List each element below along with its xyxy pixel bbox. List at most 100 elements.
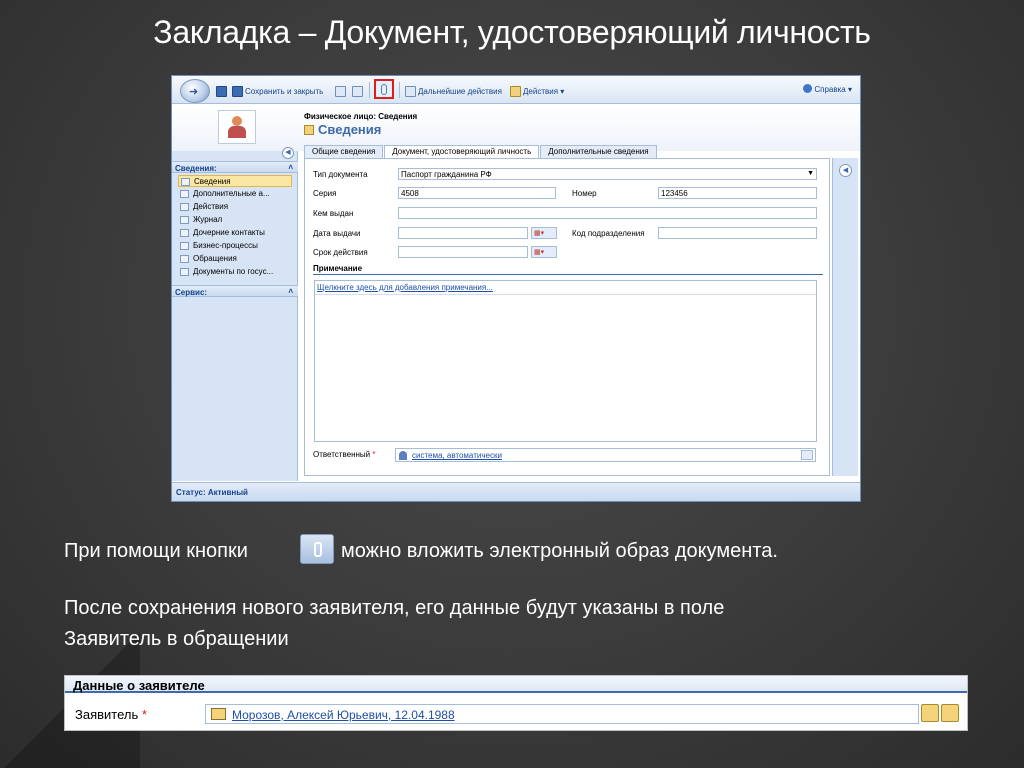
collapse-nav-icon[interactable]: ◀	[282, 147, 294, 159]
paperclip-icon	[381, 84, 387, 95]
calendar-icon[interactable]: ▦▾	[531, 246, 557, 258]
applicant-lookup[interactable]: Морозов, Алексей Юрьевич, 12.04.1988	[205, 704, 919, 724]
further-actions-button[interactable]: Дальнейшие действия	[405, 84, 502, 98]
lookup-icon[interactable]	[801, 450, 813, 460]
issued-by-label: Кем выдан	[313, 209, 354, 218]
tab-additional[interactable]: Дополнительные сведения	[540, 145, 657, 158]
document-icon	[405, 85, 416, 97]
paperclip-icon	[314, 542, 322, 557]
series-field[interactable]: 4508	[398, 187, 556, 199]
dropdown-arrow-icon: ▼	[807, 170, 814, 177]
documents-icon	[180, 268, 189, 276]
lookup-icon[interactable]	[941, 704, 959, 722]
contact-card-icon	[218, 110, 256, 144]
crm-orb-button[interactable]: ➜	[180, 79, 210, 103]
avatar-body	[228, 126, 246, 138]
save-close-button[interactable]: Сохранить и закрыть	[232, 84, 323, 98]
dept-code-field[interactable]	[658, 227, 817, 239]
text-after-button: можно вложить электронный образ документ…	[341, 540, 778, 562]
series-label: Серия	[313, 189, 337, 198]
validity-field[interactable]	[398, 246, 528, 258]
nav-item-cases[interactable]: Обращения	[178, 253, 292, 265]
doc-type-select[interactable]: Паспорт гражданина РФ ▼	[398, 168, 817, 180]
save-close-icon	[232, 85, 243, 97]
toolbar-separator	[369, 82, 370, 98]
addresses-icon	[180, 190, 189, 198]
issue-date-label: Дата выдачи	[313, 229, 361, 238]
actions-menu[interactable]: Действия ▾	[510, 84, 564, 98]
applicant-link[interactable]: Морозов, Алексей Юрьевич, 12.04.1988	[232, 708, 455, 722]
applicant-heading: Данные о заявителе	[65, 676, 967, 693]
help-icon	[803, 84, 813, 93]
record-entity-label: Физическое лицо: Сведения	[304, 112, 418, 121]
issued-by-field[interactable]	[398, 207, 817, 219]
nav-section-service[interactable]: Сервис: ˄	[172, 285, 298, 297]
avatar-head	[232, 116, 242, 126]
open-folder-icon[interactable]	[921, 704, 939, 722]
crm-window: ➜ Сохранить и закрыть Дальнейшие действи…	[171, 75, 861, 502]
edit-icon	[304, 125, 314, 135]
number-field[interactable]: 123456	[658, 187, 817, 199]
number-label: Номер	[572, 189, 597, 198]
slide-title: Закладка – Документ, удостоверяющий личн…	[153, 14, 871, 50]
cases-icon	[180, 255, 189, 263]
save-new-icon	[335, 85, 346, 97]
calendar-icon[interactable]: ▦▾	[531, 227, 557, 239]
nav-section-details[interactable]: Сведения: ˄	[172, 161, 298, 173]
owner-lookup[interactable]: система, автоматически	[395, 448, 816, 462]
attach-button-illustration	[300, 534, 334, 564]
form-tabs: Общие сведения Документ, удостоверяющий …	[304, 145, 658, 159]
save-new-button[interactable]	[335, 84, 346, 98]
user-icon	[399, 451, 407, 460]
nav-item-gov-documents[interactable]: Документы по госус...	[178, 266, 292, 278]
notes-divider	[313, 274, 823, 275]
applicant-panel: Данные о заявителе Заявитель * Морозов, …	[64, 675, 968, 731]
workflow-icon	[180, 242, 189, 250]
expand-chevron-icon: ˄	[288, 287, 293, 296]
left-navigation: ◀ Сведения: ˄ Сведения Дополнительные а..…	[172, 147, 298, 481]
print-icon	[352, 85, 363, 97]
tab-general[interactable]: Общие сведения	[304, 145, 384, 158]
record-title: Сведения	[304, 122, 381, 137]
print-button[interactable]	[352, 84, 363, 98]
nav-item-details[interactable]: Сведения	[178, 175, 292, 187]
paragraph-line-1: После сохранения нового заявителя, его д…	[64, 597, 725, 619]
activities-icon	[180, 203, 189, 211]
right-pane: ◀	[832, 158, 858, 476]
status-bar: Статус: Активный	[172, 482, 860, 501]
attach-button[interactable]	[374, 79, 394, 99]
nav-item-history[interactable]: Журнал	[178, 214, 292, 226]
doc-type-label: Тип документа	[313, 170, 368, 179]
validity-label: Срок действия	[313, 248, 368, 257]
details-icon	[181, 178, 190, 186]
add-note-link[interactable]: Щелкните здесь для добавления примечания…	[317, 283, 493, 292]
applicant-buttons	[921, 704, 961, 724]
actions-icon	[510, 85, 521, 97]
history-icon	[180, 216, 189, 224]
toolbar: ➜ Сохранить и закрыть Дальнейшие действи…	[172, 76, 860, 104]
tab-identity-document[interactable]: Документ, удостоверяющий личность	[384, 145, 540, 159]
toolbar-separator	[399, 82, 400, 98]
contact-icon	[211, 708, 226, 720]
nav-item-child-contacts[interactable]: Дочерние контакты	[178, 227, 292, 239]
help-menu[interactable]: Справка ▾	[803, 84, 852, 94]
nav-item-activities[interactable]: Действия	[178, 201, 292, 213]
nav-item-workflows[interactable]: Бизнес-процессы	[178, 240, 292, 252]
notes-heading: Примечание	[313, 264, 363, 273]
save-icon	[216, 85, 227, 97]
owner-link[interactable]: система, автоматически	[412, 451, 502, 460]
nav-item-additional[interactable]: Дополнительные а...	[178, 188, 292, 200]
contacts-icon	[180, 229, 189, 237]
dept-code-label: Код подразделения	[572, 229, 645, 238]
required-mark: *	[141, 707, 147, 722]
notes-area[interactable]: Щелкните здесь для добавления примечания…	[314, 280, 817, 442]
expand-pane-icon[interactable]: ◀	[839, 164, 852, 177]
collapse-chevron-icon: ˄	[288, 163, 293, 172]
required-mark: *	[372, 450, 376, 459]
text-before-button: При помощи кнопки	[64, 540, 248, 562]
issue-date-field[interactable]	[398, 227, 528, 239]
applicant-label: Заявитель *	[75, 707, 147, 722]
notes-separator	[315, 294, 816, 295]
form-body: Тип документа Паспорт гражданина РФ ▼ Сер…	[304, 158, 830, 476]
save-button[interactable]	[216, 84, 227, 98]
